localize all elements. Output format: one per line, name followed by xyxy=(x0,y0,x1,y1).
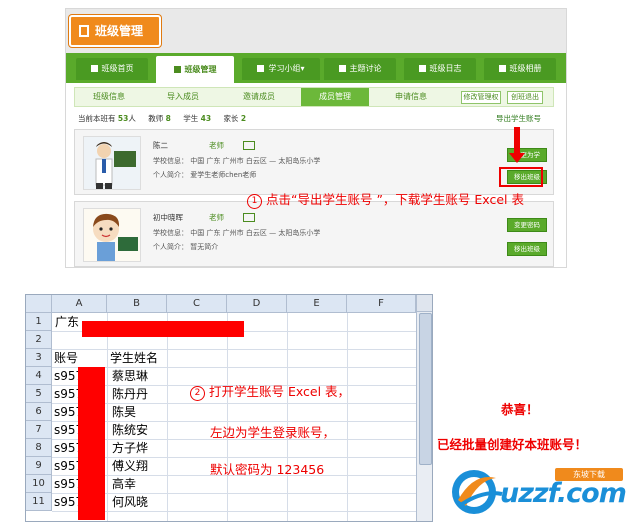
row-header[interactable]: 1 xyxy=(26,313,52,331)
grid-line xyxy=(287,313,288,521)
subnav-class-info[interactable]: 班级信息 xyxy=(75,88,143,106)
class-management-panel: 班级管理 班级首页 班级管理 学习小组▾ 主题讨论 班级日志 班级相册 班级信息… xyxy=(65,8,567,268)
row-header[interactable]: 7 xyxy=(26,421,52,439)
member-photo xyxy=(83,136,141,190)
member-name: 陈二 xyxy=(153,141,168,150)
tab-class-album[interactable]: 班级相册 xyxy=(484,58,556,80)
remove-member-button[interactable]: 移出班级 xyxy=(507,242,547,256)
main-tab-bar: 班级首页 班级管理 学习小组▾ 主题讨论 班级日志 班级相册 xyxy=(66,53,566,83)
subnav-applications[interactable]: 申请信息 xyxy=(377,88,445,106)
member-intro: 个人简介： 暂无简介 xyxy=(153,243,219,251)
column-header-a[interactable]: A xyxy=(52,295,107,313)
mail-icon[interactable] xyxy=(243,141,255,150)
step-number-circle: 2 xyxy=(190,386,205,401)
row-header[interactable]: 4 xyxy=(26,367,52,385)
column-header-b[interactable]: B xyxy=(107,295,167,313)
cell-student-name[interactable]: 何风晓 xyxy=(112,493,148,511)
grid-line xyxy=(227,313,228,521)
redaction-bar xyxy=(82,321,244,337)
row-header[interactable]: 5 xyxy=(26,385,52,403)
mail-icon[interactable] xyxy=(243,213,255,222)
column-header-f[interactable]: F xyxy=(347,295,416,313)
column-header-c[interactable]: C xyxy=(167,295,227,313)
member-card: 初中晓晖 老师 学校信息： 中国 广东 广州市 白云区 — 太阳岛乐小学 个人简… xyxy=(74,201,554,267)
annotation-step-2-line2: 左边为学生登录账号， xyxy=(210,425,336,440)
tab-topic-discussion[interactable]: 主题讨论 xyxy=(324,58,396,80)
select-all-corner[interactable] xyxy=(26,295,52,313)
quit-class-button[interactable]: 创班退出 xyxy=(507,91,543,104)
tab-class-home[interactable]: 班级首页 xyxy=(76,58,148,80)
cell-account-header[interactable]: 账号 xyxy=(54,349,78,367)
teacher-cartoon-avatar xyxy=(84,209,140,261)
highlight-box xyxy=(499,167,543,187)
cell-a1[interactable]: 广东 xyxy=(55,313,79,331)
row-header[interactable]: 8 xyxy=(26,439,52,457)
export-student-accounts-link[interactable]: 导出学生账号 xyxy=(496,113,541,124)
row-header[interactable]: 9 xyxy=(26,457,52,475)
annotation-step-1: 1 点击“导出学生账号 ”，下载学生账号 Excel 表 xyxy=(247,189,524,209)
teacher-avatar xyxy=(84,137,140,189)
row-header[interactable]: 3 xyxy=(26,349,52,367)
step-number-circle: 1 xyxy=(247,194,262,209)
tab-class-log[interactable]: 班级日志 xyxy=(404,58,476,80)
member-school-info: 学校信息： 中国 广东 广州市 白云区 — 太阳岛乐小学 xyxy=(153,229,321,237)
sub-navigation: 班级信息 导入成员 邀请成员 成员管理 申请信息 修改管理权 创班退出 xyxy=(74,87,554,107)
tab-study-groups[interactable]: 学习小组▾ xyxy=(242,58,320,80)
transfer-admin-button[interactable]: 修改管理权 xyxy=(461,91,501,104)
document-icon xyxy=(79,25,89,37)
column-header-d[interactable]: D xyxy=(227,295,287,313)
subnav-member-management[interactable]: 成员管理 xyxy=(301,88,369,106)
cell-student-name[interactable]: 方子烨 xyxy=(112,439,148,457)
member-intro: 个人简介： 爱学生老师chen老师 xyxy=(153,171,257,179)
cell-student-name[interactable]: 蔡思琳 xyxy=(112,367,148,385)
cell-student-name[interactable]: 陈昊 xyxy=(112,403,136,421)
column-header-e[interactable]: E xyxy=(287,295,347,313)
redaction-bar xyxy=(78,367,105,520)
scroll-thumb[interactable] xyxy=(419,313,432,465)
subnav-invite-members[interactable]: 邀请成员 xyxy=(225,88,293,106)
chat-bubble-icon xyxy=(338,65,346,72)
row-header[interactable]: 6 xyxy=(26,403,52,421)
grid-line xyxy=(347,313,348,521)
annotation-step-2-line3: 默认密码为 123456 xyxy=(210,462,325,477)
cell-name-header[interactable]: 学生姓名 xyxy=(110,349,158,367)
success-message: 已经批量创建好本班账号！ xyxy=(437,437,588,452)
row-header[interactable]: 10 xyxy=(26,475,52,493)
cell-student-name[interactable]: 高幸 xyxy=(112,475,136,493)
member-role: 老师 xyxy=(209,141,224,150)
home-icon xyxy=(90,65,98,72)
member-photo xyxy=(83,208,141,262)
tab-class-management[interactable]: 班级管理 xyxy=(156,56,234,83)
member-name: 初中晓晖 xyxy=(153,213,183,222)
page-title: 班级管理 xyxy=(69,15,161,47)
scroll-up-button[interactable] xyxy=(417,295,432,312)
red-arrow-head xyxy=(509,153,525,163)
cell-student-name[interactable]: 陈丹丹 xyxy=(112,385,148,403)
edit-icon xyxy=(173,66,181,73)
row-header[interactable]: 11 xyxy=(26,493,52,511)
change-password-button[interactable]: 变更密码 xyxy=(507,218,547,232)
vertical-scrollbar[interactable] xyxy=(416,295,432,521)
row-header[interactable]: 2 xyxy=(26,331,52,349)
cell-student-name[interactable]: 傅义翔 xyxy=(112,457,148,475)
member-role: 老师 xyxy=(209,213,224,222)
annotation-step-2: 2 打开学生账号 Excel 表， xyxy=(190,381,350,401)
logo-text: uzzf.com xyxy=(500,478,627,509)
member-stats: 当前本班有 53人 教师 8 学生 43 家长 2 xyxy=(78,114,247,123)
member-school-info: 学校信息： 中国 广东 广州市 白云区 — 太阳岛乐小学 xyxy=(153,157,321,165)
cell-student-name[interactable]: 陈统安 xyxy=(112,421,148,439)
photo-icon xyxy=(498,65,506,72)
grid-line xyxy=(107,313,108,521)
congrats-text: 恭喜！ xyxy=(501,402,539,417)
notebook-icon xyxy=(418,65,426,72)
grid-line xyxy=(167,313,168,521)
red-arrow-shaft xyxy=(514,127,520,153)
subnav-import-members[interactable]: 导入成员 xyxy=(149,88,217,106)
member-card: 陈二 老师 学校信息： 中国 广东 广州市 白云区 — 太阳岛乐小学 个人简介：… xyxy=(74,129,554,195)
group-icon xyxy=(257,65,265,72)
